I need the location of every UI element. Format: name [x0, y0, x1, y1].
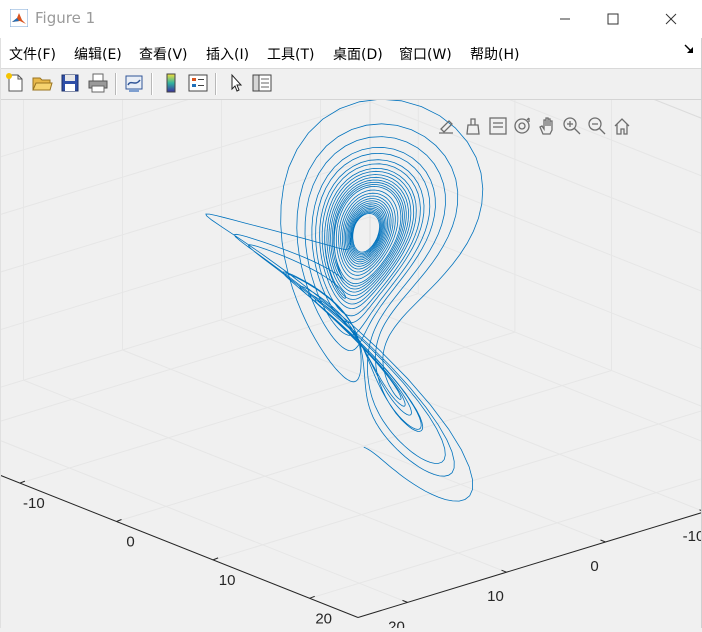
y-tick-label: 0	[126, 534, 134, 551]
y-tick-label: 20	[315, 610, 332, 627]
x-tick-label: 0	[590, 558, 598, 575]
home-icon[interactable]	[615, 119, 629, 134]
grid-line	[20, 332, 515, 483]
x-axis-tick-labels: -20-1001020	[388, 498, 702, 628]
y-tick-label: -10	[23, 495, 45, 512]
x-tick-label: 10	[487, 588, 504, 605]
window-title: Figure 1	[35, 9, 95, 27]
grid-line	[310, 447, 702, 598]
toolbar-separator	[215, 73, 217, 95]
link-plot-icon[interactable]	[123, 72, 145, 94]
grid-line	[370, 275, 702, 467]
close-icon	[665, 13, 677, 25]
brush-export-icon[interactable]	[439, 121, 453, 133]
grid-line	[370, 217, 702, 409]
menu-help[interactable]: 帮助(H)	[470, 44, 519, 64]
open-file-icon[interactable]	[31, 72, 53, 94]
axes-3d[interactable]: 01020304050 -20-1001020 -20-1001020	[0, 100, 702, 628]
x-tick-label: -10	[683, 528, 702, 545]
minimize-icon	[559, 13, 571, 25]
title-bar: Figure 1	[0, 0, 702, 38]
matlab-logo-icon	[10, 9, 28, 27]
menu-bar: 文件(F) 编辑(E) 查看(V) 插入(I) 工具(T) 桌面(D) 窗口(W…	[0, 38, 702, 69]
axes-toolbar	[439, 118, 629, 134]
new-figure-icon[interactable]	[4, 72, 26, 94]
y-axis-line	[358, 467, 702, 618]
x-tick-label: 20	[388, 618, 405, 628]
data-brush-icon[interactable]	[467, 119, 479, 134]
grid-line	[117, 371, 612, 522]
menu-insert[interactable]: 插入(I)	[206, 44, 249, 64]
maximize-icon	[607, 13, 619, 25]
maximize-button[interactable]	[590, 0, 636, 38]
y-axis-tick-labels: -20-1001020	[0, 457, 332, 628]
x-axis-line	[0, 426, 358, 618]
figure-canvas[interactable]: 01020304050 -20-1001020 -20-1001020	[0, 100, 702, 628]
menu-edit[interactable]: 编辑(E)	[74, 44, 122, 64]
menu-view[interactable]: 查看(V)	[139, 44, 188, 64]
pointer-icon[interactable]	[225, 72, 247, 94]
grid-line	[0, 102, 370, 253]
figure-toolbar	[0, 69, 702, 100]
grid-line	[321, 290, 702, 482]
window-border	[0, 38, 1, 628]
print-icon[interactable]	[87, 72, 109, 94]
legend-icon[interactable]	[187, 72, 209, 94]
menu-desktop[interactable]: 桌面(D)	[333, 44, 383, 64]
menu-file[interactable]: 文件(F)	[9, 44, 56, 64]
toolbar-separator	[115, 73, 117, 95]
x-tick-mark	[403, 600, 408, 602]
property-inspector-icon[interactable]	[251, 72, 273, 94]
box-edge	[370, 100, 702, 179]
data-tips-icon[interactable]	[490, 118, 506, 134]
lorenz-trajectory-line[interactable]	[206, 100, 483, 501]
grid-line	[370, 102, 702, 294]
grid-line	[0, 100, 370, 195]
menu-window[interactable]: 窗口(W)	[399, 44, 452, 64]
save-icon[interactable]	[59, 72, 81, 94]
close-button[interactable]	[648, 0, 694, 38]
menu-tools[interactable]: 工具(T)	[267, 44, 314, 64]
pan-icon[interactable]	[540, 118, 552, 134]
zoom-in-icon[interactable]	[564, 118, 580, 134]
axis-lines	[0, 177, 702, 618]
minimize-button[interactable]	[542, 0, 588, 38]
colorbar-icon[interactable]	[160, 72, 182, 94]
x-tick-mark	[502, 570, 507, 572]
grid-line	[0, 217, 370, 368]
grid-line	[370, 100, 702, 179]
rotate-3d-icon[interactable]	[515, 118, 529, 133]
toolbar-separator	[151, 73, 153, 95]
grid-lines	[0, 100, 702, 602]
y-tick-label: 10	[219, 572, 236, 589]
x-tick-mark	[601, 540, 606, 542]
dock-arrow-icon[interactable]	[684, 44, 694, 54]
grid-line	[0, 294, 418, 445]
